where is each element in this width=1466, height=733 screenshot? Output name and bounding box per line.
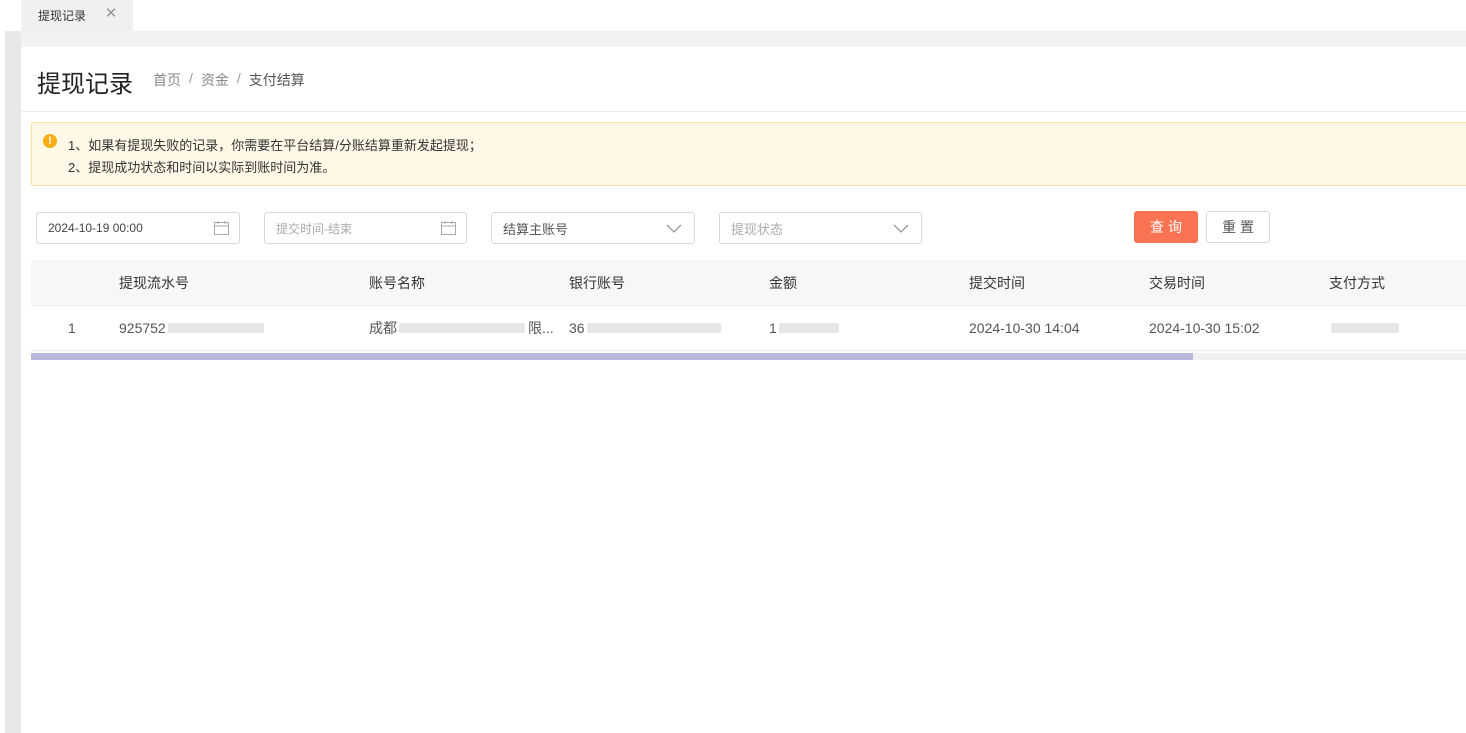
scrollbar-thumb[interactable] bbox=[31, 353, 1194, 360]
cell-amount: 1 bbox=[769, 306, 839, 350]
amount-visible-part: 1 bbox=[769, 320, 777, 336]
page-header: 提现记录 首页 / 资金 / 支付结算 bbox=[21, 47, 1466, 112]
close-icon[interactable]: ✕ bbox=[104, 6, 118, 21]
tab-label: 提现记录 bbox=[38, 9, 87, 23]
column-header-submit-time: 提交时间 bbox=[969, 274, 1025, 291]
column-header-trade-time: 交易时间 bbox=[1149, 274, 1205, 291]
redacted-blur bbox=[167, 323, 264, 333]
account-select[interactable]: 结算主账号 bbox=[491, 212, 695, 244]
cell-trade-time: 2024-10-30 15:02 bbox=[1149, 320, 1260, 336]
warning-icon: ! bbox=[43, 134, 57, 148]
end-time-picker[interactable]: 提交时间-结束 bbox=[264, 212, 467, 244]
table-row[interactable]: 1 925752 成都 限... 36 1 2024-10-30 14:04 2… bbox=[31, 306, 1466, 351]
left-sidebar-edge bbox=[0, 31, 21, 733]
cell-bank-account: 36 bbox=[569, 306, 721, 350]
breadcrumb-funds[interactable]: 资金 bbox=[201, 70, 229, 90]
tab-bar: 提现记录 ✕ bbox=[0, 0, 1466, 31]
cell-submit-time: 2024-10-30 14:04 bbox=[969, 320, 1080, 336]
top-divider bbox=[0, 31, 1466, 47]
column-header-serial: 提现流水号 bbox=[119, 274, 189, 291]
start-time-picker[interactable]: 2024-10-19 00:00 bbox=[36, 212, 240, 244]
account-select-value: 结算主账号 bbox=[503, 221, 569, 237]
row-index: 1 bbox=[68, 320, 76, 336]
cell-account-name: 成都 限... bbox=[369, 306, 554, 350]
redacted-blur bbox=[778, 323, 839, 333]
notice-line-1: 1、如果有提现失败的记录，你需要在平台结算/分账结算重新发起提现； bbox=[68, 138, 482, 153]
main-content: 提现记录 首页 / 资金 / 支付结算 ! 1、如果有提现失败的记录，你需要在平… bbox=[21, 47, 1466, 733]
horizontal-scrollbar[interactable] bbox=[31, 353, 1466, 360]
column-header-pay-method: 支付方式 bbox=[1329, 274, 1385, 291]
page-title: 提现记录 bbox=[37, 71, 133, 98]
bank-account-visible-part: 36 bbox=[569, 320, 585, 336]
tab-withdraw-records[interactable]: 提现记录 ✕ bbox=[21, 0, 133, 31]
notice-alert: ! 1、如果有提现失败的记录，你需要在平台结算/分账结算重新发起提现； 2、提现… bbox=[31, 122, 1466, 186]
status-select[interactable]: 提现状态 bbox=[719, 212, 922, 244]
column-header-bank-account: 银行账号 bbox=[569, 274, 625, 291]
table-header: 提现流水号 账号名称 银行账号 金额 提交时间 交易时间 支付方式 bbox=[31, 260, 1466, 306]
reset-button[interactable]: 重置 bbox=[1206, 211, 1270, 243]
breadcrumb-current: 支付结算 bbox=[248, 72, 305, 88]
calendar-icon bbox=[214, 221, 229, 235]
serial-visible-part: 925752 bbox=[119, 320, 166, 336]
calendar-icon bbox=[441, 221, 456, 235]
chevron-down-icon bbox=[666, 224, 682, 233]
query-button[interactable]: 查询 bbox=[1134, 211, 1198, 243]
end-time-placeholder: 提交时间-结束 bbox=[276, 221, 352, 236]
withdraw-table: 提现流水号 账号名称 银行账号 金额 提交时间 交易时间 支付方式 1 9257… bbox=[31, 260, 1466, 351]
breadcrumb-home[interactable]: 首页 bbox=[153, 70, 181, 90]
breadcrumb-separator: / bbox=[189, 70, 193, 86]
cell-pay-method bbox=[1329, 306, 1399, 350]
redacted-blur bbox=[586, 323, 721, 333]
column-header-amount: 金额 bbox=[769, 274, 797, 291]
breadcrumb-separator: / bbox=[236, 70, 241, 86]
redacted-blur bbox=[399, 323, 525, 333]
notice-line-2: 2、提现成功状态和时间以实际到账时间为准。 bbox=[68, 160, 336, 175]
column-header-account-name: 账号名称 bbox=[369, 274, 425, 291]
status-select-placeholder: 提现状态 bbox=[731, 221, 784, 237]
account-name-tail: 限... bbox=[528, 320, 554, 336]
redacted-blur bbox=[1331, 323, 1399, 333]
chevron-down-icon bbox=[893, 224, 909, 233]
cell-serial: 925752 bbox=[119, 306, 264, 350]
account-name-visible-part: 成都 bbox=[369, 320, 397, 336]
breadcrumb: 首页 / 资金 / 支付结算 bbox=[153, 70, 305, 90]
start-time-value: 2024-10-19 00:00 bbox=[48, 221, 143, 235]
